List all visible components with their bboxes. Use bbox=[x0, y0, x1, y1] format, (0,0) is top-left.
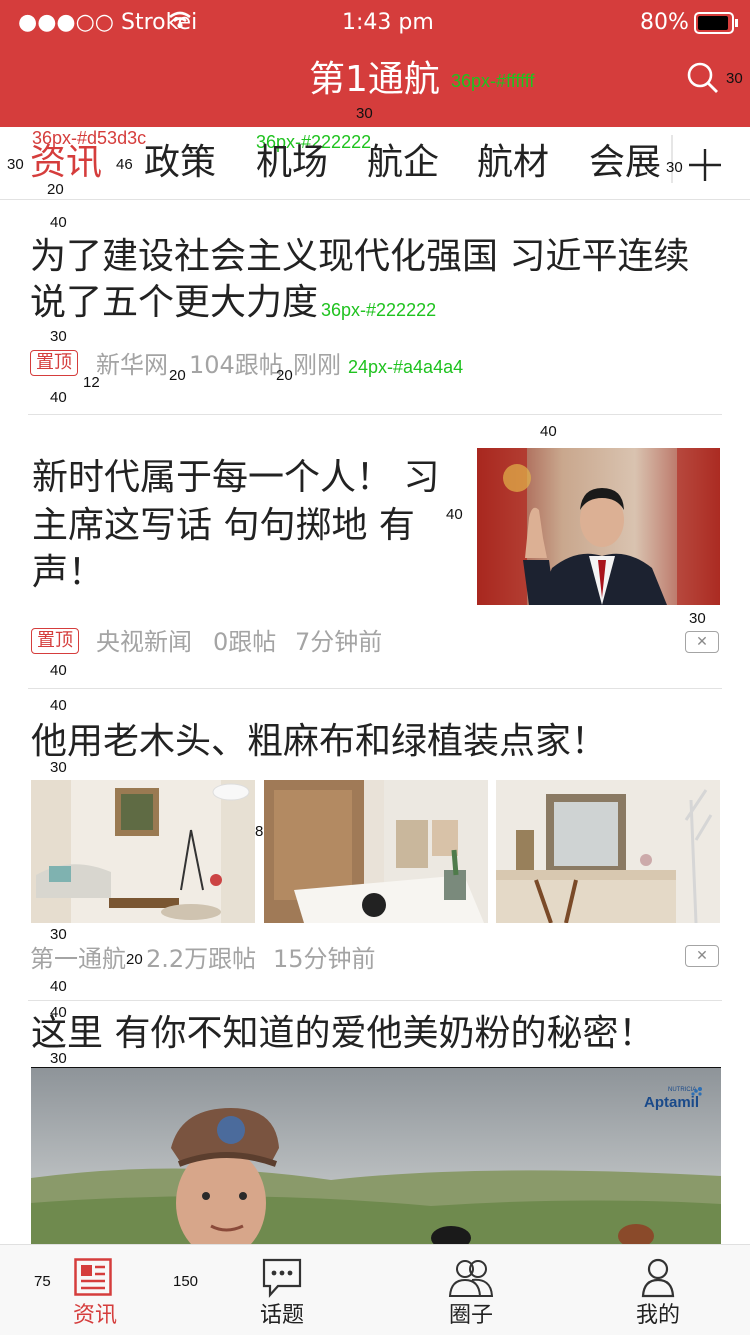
nav-label-news: 资讯 bbox=[73, 1303, 118, 1328]
tab-left-note: 30 bbox=[7, 156, 24, 173]
item1-title-line1: 为了建设社会主义现代化强国 习近平连续 bbox=[30, 236, 690, 277]
item1-source: 新华网 bbox=[96, 351, 168, 379]
dismiss-item-button[interactable]: ✕ bbox=[685, 631, 719, 653]
item1-bottom-note: 40 bbox=[50, 389, 67, 406]
item4-title-bottom-note: 30 bbox=[50, 1050, 67, 1067]
nav-item-topics[interactable]: 话题 bbox=[259, 1258, 305, 1328]
item3-time: 15分钟前 bbox=[273, 945, 376, 973]
pinned-badge: 置顶 bbox=[30, 350, 78, 376]
item3-photo-vanity bbox=[496, 780, 720, 923]
tab-exhibition[interactable]: 会展 bbox=[589, 145, 661, 181]
item3-comments: 2.2万跟帖 bbox=[146, 945, 257, 973]
title-spec-note: 36px-#ffffff bbox=[451, 71, 535, 91]
battery-percent: 80% bbox=[640, 10, 689, 35]
item1-meta-spec-note: 24px-#a4a4a4 bbox=[348, 357, 464, 377]
search-icon[interactable] bbox=[687, 62, 719, 98]
search-spacing-note: 30 bbox=[726, 70, 743, 87]
tab-right-note: 30 bbox=[666, 159, 683, 176]
wifi-icon bbox=[168, 10, 192, 34]
item2-img-gap-note: 40 bbox=[446, 506, 463, 523]
tab-airline[interactable]: 航企 bbox=[367, 145, 439, 181]
tab-gap-note: 46 bbox=[116, 156, 133, 173]
tab-news[interactable]: 资讯 bbox=[30, 145, 102, 181]
item2-title-line1: 新时代属于每一个人！ 习 bbox=[32, 457, 440, 498]
item3-top-note: 40 bbox=[50, 697, 67, 714]
item2-bottom-note: 40 bbox=[50, 662, 67, 679]
nav-left-note: 75 bbox=[34, 1273, 51, 1290]
item2-top-note: 40 bbox=[540, 423, 557, 440]
nav-item-news[interactable]: 资讯 bbox=[73, 1258, 118, 1328]
category-tab-bar: 36px-#d53d3c 36px-#222222 30 46 20 资讯 政策… bbox=[0, 127, 750, 200]
header-spacing-note: 30 bbox=[356, 105, 373, 122]
item2-title-line3: 声！ bbox=[32, 552, 105, 593]
pinned-badge: 置顶 bbox=[31, 628, 79, 654]
item1-comments: 104跟帖 bbox=[189, 351, 283, 379]
item1-title-spec-note: 36px-#222222 bbox=[321, 300, 437, 320]
ad-brand-logo-text: Aptamil bbox=[644, 1094, 700, 1111]
item2-comments: 0跟帖 bbox=[213, 628, 277, 656]
bottom-tab-bar: 75 150 资讯 话题 圈子 我的 bbox=[0, 1244, 750, 1335]
item1-title-line2: 说了五个更大力度 bbox=[30, 282, 319, 323]
item1-gap2-note: 20 bbox=[276, 367, 293, 384]
item2-img-bottom-note: 30 bbox=[689, 610, 706, 627]
user-icon bbox=[641, 1258, 675, 1302]
dismiss-item-button[interactable]: ✕ bbox=[685, 945, 719, 967]
news-item-2[interactable]: 40 新时代属于每一个人！ 习 主席这写话 句句掷地 有 声！ 40 30 置顶… bbox=[0, 415, 750, 689]
news-item-3[interactable]: 40 他用老木头、粗麻布和绿植装点家！ 30 8 30 第一通航 20 2.2万… bbox=[0, 689, 750, 1001]
item3-photo-wood-desk bbox=[264, 780, 488, 923]
item3-title: 他用老木头、粗麻布和绿植装点家！ bbox=[31, 721, 608, 762]
nav-label-circles: 圈子 bbox=[449, 1303, 494, 1328]
item3-source: 第一通航 bbox=[30, 945, 126, 973]
item1-time: 刚刚 bbox=[293, 351, 341, 379]
nav-item-me[interactable]: 我的 bbox=[635, 1258, 681, 1328]
nav-gap-note: 150 bbox=[173, 1273, 199, 1290]
item3-src-gap-note: 20 bbox=[126, 951, 143, 968]
tab-policy[interactable]: 政策 bbox=[144, 145, 216, 181]
nav-item-circles[interactable]: 圈子 bbox=[448, 1258, 494, 1328]
chat-bubble-icon bbox=[262, 1258, 302, 1302]
item2-title-line2: 主席这写话 句句掷地 有 bbox=[32, 505, 415, 546]
item3-photo-living-room bbox=[31, 780, 255, 923]
status-time: 1:43 pm bbox=[342, 10, 434, 35]
tab-aviation-material[interactable]: 航材 bbox=[477, 145, 549, 181]
item3-img-bottom-note: 30 bbox=[50, 926, 67, 943]
item1-mid-note: 30 bbox=[50, 328, 67, 345]
news-icon bbox=[74, 1258, 112, 1300]
item1-top-note: 40 bbox=[50, 214, 67, 231]
plus-icon[interactable] bbox=[689, 149, 721, 185]
ad-banner-image[interactable] bbox=[31, 1067, 721, 1245]
item3-title-bottom-note: 30 bbox=[50, 759, 67, 776]
nav-label-me: 我的 bbox=[636, 1303, 681, 1328]
item1-gap1-note: 20 bbox=[169, 367, 186, 384]
tab-bottom-note: 20 bbox=[47, 181, 64, 198]
item2-source: 央视新闻 bbox=[96, 628, 192, 656]
page-title: 第1通航 bbox=[309, 59, 440, 100]
news-item-4-ad[interactable]: 40 这里 有你不知道的爱他美奶粉的秘密！ 30 NUTRICIA Aptami… bbox=[0, 1001, 750, 1245]
item3-bottom-note: 40 bbox=[50, 978, 67, 995]
news-item-1[interactable]: 40 为了建设社会主义现代化强国 习近平连续 说了五个更大力度 36px-#22… bbox=[0, 200, 750, 415]
item2-thumbnail-image bbox=[477, 448, 720, 605]
item4-title: 这里 有你不知道的爱他美奶粉的秘密！ bbox=[31, 1013, 655, 1054]
item3-img-gap-note: 8 bbox=[255, 823, 264, 840]
app-header: ●●●○○ Strokei 1:43 pm 80% 第1通航 36px-#fff… bbox=[0, 0, 750, 127]
tab-airport[interactable]: 机场 bbox=[256, 145, 328, 181]
battery-icon bbox=[694, 12, 740, 38]
nav-label-topics: 话题 bbox=[260, 1303, 305, 1328]
item2-time: 7分钟前 bbox=[295, 628, 383, 656]
group-icon bbox=[448, 1258, 494, 1302]
